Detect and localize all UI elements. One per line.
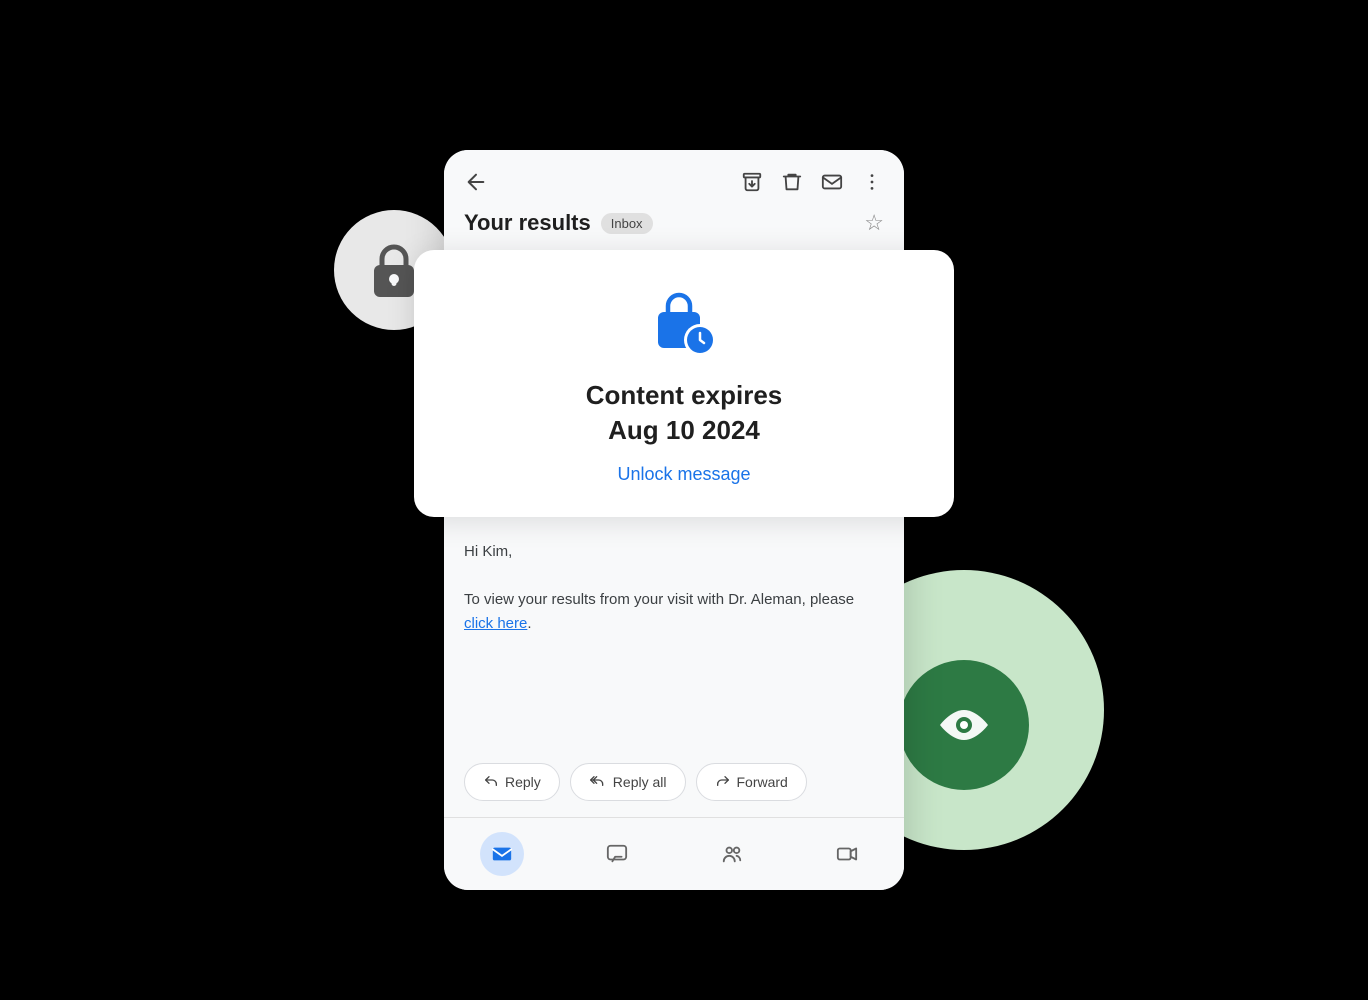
archive-button[interactable]	[740, 170, 764, 194]
back-button[interactable]	[464, 170, 488, 194]
scene: Your results Inbox ☆ Hi Kim, To view you…	[394, 90, 974, 910]
email-subject-left: Your results Inbox	[464, 210, 653, 236]
email-subject: Your results	[464, 210, 591, 236]
reply-all-icon	[589, 774, 607, 790]
video-icon	[836, 843, 858, 865]
forward-label: Forward	[737, 774, 788, 790]
reply-all-label: Reply all	[613, 774, 667, 790]
forward-button[interactable]: Forward	[696, 763, 807, 801]
bottom-nav	[444, 817, 904, 890]
email-body-paragraph: To view your results from your visit wit…	[464, 588, 884, 636]
reply-all-button[interactable]: Reply all	[570, 763, 686, 801]
eye-circle	[899, 660, 1029, 790]
email-body: Hi Kim, To view your results from your v…	[444, 524, 904, 747]
nav-mail[interactable]	[480, 832, 524, 876]
email-nav	[464, 170, 884, 194]
mark-unread-button[interactable]	[820, 170, 844, 194]
chat-icon	[606, 843, 628, 865]
nav-meet[interactable]	[710, 832, 754, 876]
inbox-badge: Inbox	[601, 213, 653, 234]
expires-icon	[648, 286, 720, 358]
meet-icon	[721, 843, 743, 865]
nav-chat[interactable]	[595, 832, 639, 876]
expires-title: Content expires Aug 10 2024	[586, 378, 783, 448]
email-subject-row: Your results Inbox ☆	[464, 210, 884, 236]
email-greeting: Hi Kim,	[464, 540, 884, 564]
click-here-link[interactable]: click here	[464, 615, 527, 632]
forward-icon	[715, 774, 731, 790]
unlock-message-link[interactable]: Unlock message	[617, 464, 750, 485]
star-button[interactable]: ☆	[864, 210, 884, 236]
delete-button[interactable]	[780, 170, 804, 194]
reply-label: Reply	[505, 774, 541, 790]
more-options-button[interactable]	[860, 170, 884, 194]
email-header: Your results Inbox ☆	[444, 150, 904, 244]
mail-icon	[491, 843, 513, 865]
reply-row: Reply Reply all	[444, 747, 904, 801]
reply-icon	[483, 774, 499, 790]
expires-card: Content expires Aug 10 2024 Unlock messa…	[414, 250, 954, 517]
nav-icons-right	[740, 170, 884, 194]
reply-button[interactable]: Reply	[464, 763, 560, 801]
nav-video[interactable]	[825, 832, 869, 876]
